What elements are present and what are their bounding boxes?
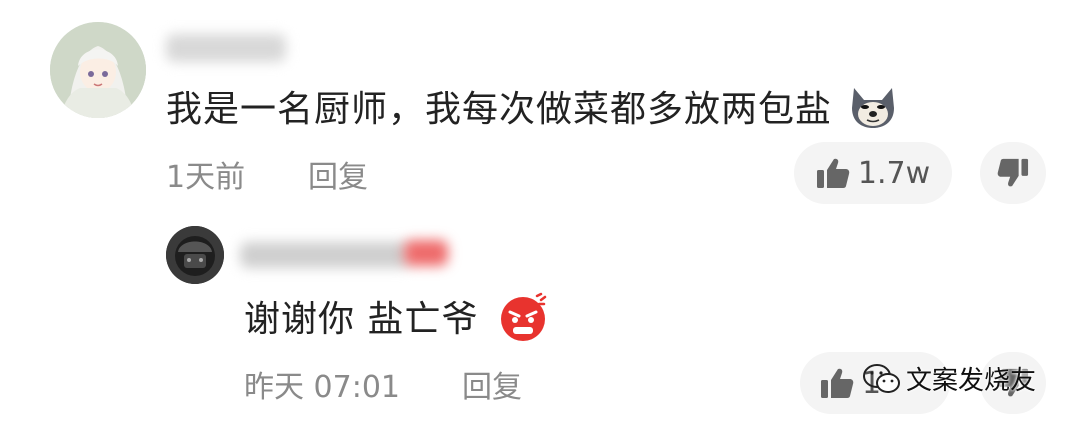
reply-reply-button[interactable]: 回复 <box>462 362 522 406</box>
doge-icon <box>848 84 898 139</box>
replier-avatar[interactable] <box>166 226 224 284</box>
reply-timestamp: 昨天 07:01 <box>244 370 400 405</box>
anime-avatar-image <box>50 22 146 118</box>
angry-face-icon <box>497 292 549 351</box>
reply-body: 谢谢你 盐亡爷 <box>244 290 549 351</box>
thumbs-down-icon <box>997 158 1029 187</box>
watermark-text: 文案发烧友 <box>906 366 1037 396</box>
comment-like-count: 1.7w <box>857 155 931 191</box>
thumbs-up-icon <box>821 368 854 398</box>
comment-reply-button[interactable]: 回复 <box>308 152 368 196</box>
comment-dislike-button[interactable] <box>980 142 1046 204</box>
comment-timestamp: 1天前 <box>166 160 246 195</box>
comment-text: 我是一名厨师，我每次做菜都多放两包盐 <box>166 89 833 130</box>
commenter-username-blurred[interactable] <box>166 34 286 62</box>
reply-text: 谢谢你 盐亡爷 <box>244 299 479 340</box>
replier-username-blurred[interactable] <box>240 242 410 268</box>
replier-badge-blurred <box>404 240 448 266</box>
comment-like-button[interactable]: 1.7w <box>794 142 952 204</box>
wechat-icon <box>863 363 900 393</box>
comment-body: 我是一名厨师，我每次做菜都多放两包盐 <box>166 80 898 139</box>
watermark: 文案发烧友 <box>862 360 1036 397</box>
commenter-avatar[interactable] <box>50 22 146 118</box>
helmet-avatar-image <box>166 226 224 284</box>
thumbs-up-icon <box>816 158 850 188</box>
